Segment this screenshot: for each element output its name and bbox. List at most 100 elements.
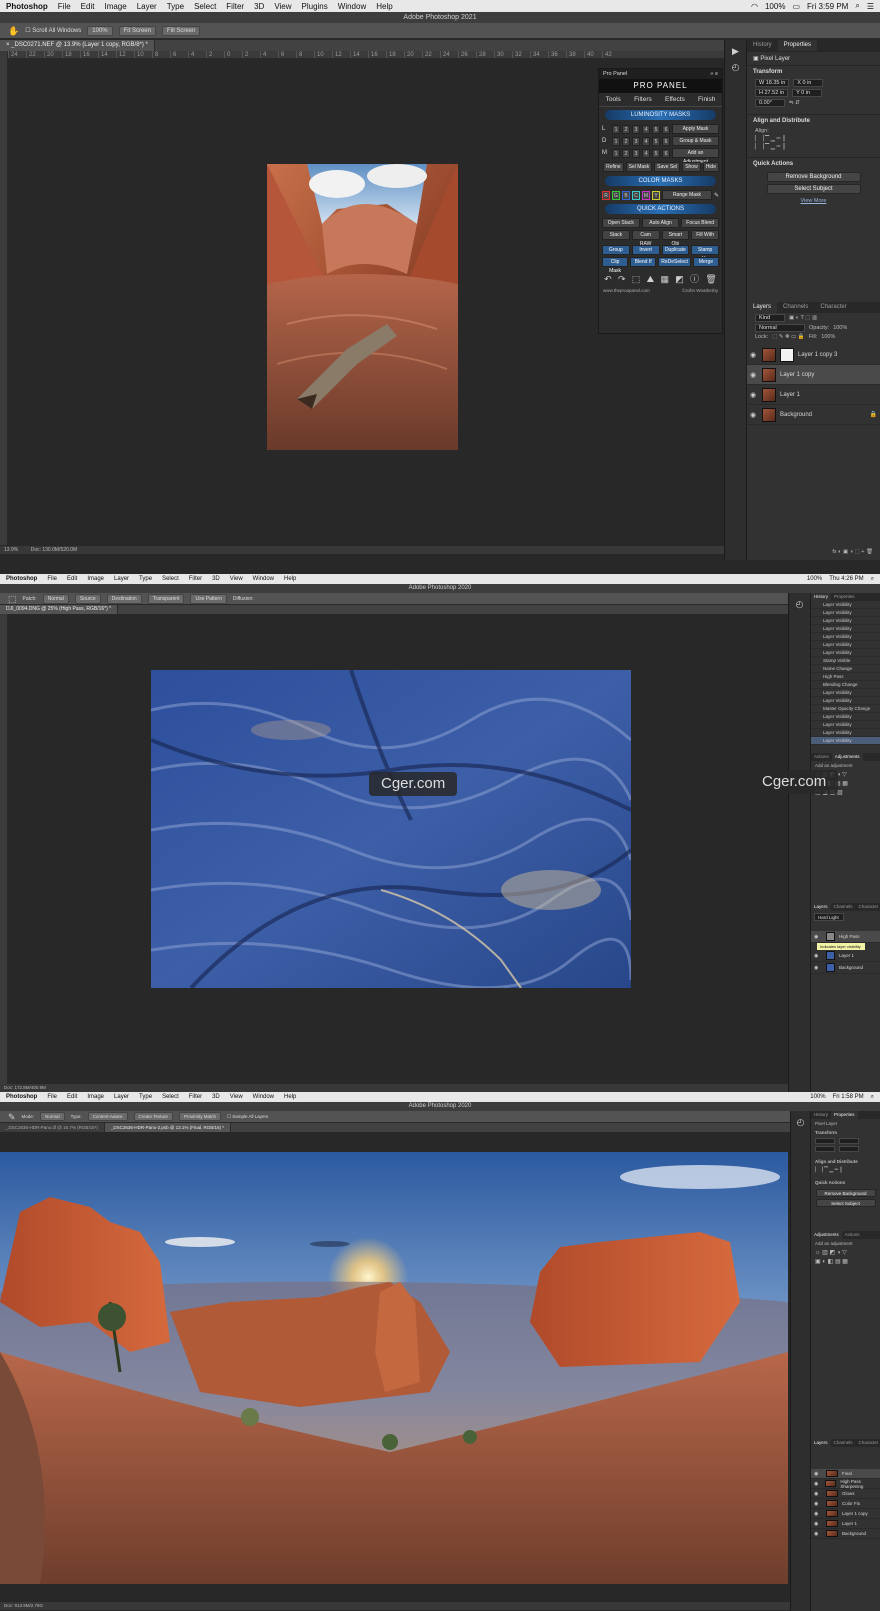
- clock[interactable]: Fri 3:59 PM: [807, 2, 848, 11]
- visibility-eye-icon[interactable]: ◉: [814, 934, 822, 940]
- menu-view[interactable]: View: [274, 2, 291, 11]
- transparent-button[interactable]: Transparent: [147, 593, 185, 604]
- doc-tab-active[interactable]: × _DSC0271.NEF @ 13.9% (Layer 1 copy, RG…: [0, 40, 155, 51]
- darks-5-button[interactable]: 5: [652, 136, 660, 146]
- blend-if-button[interactable]: Blend If: [630, 257, 657, 267]
- quick-actions-title[interactable]: Quick Actions: [753, 161, 793, 167]
- history-state[interactable]: Layer Visibility: [811, 649, 880, 657]
- view-more-link[interactable]: View More: [747, 196, 880, 206]
- range-mask-button[interactable]: Range Mask: [662, 190, 712, 200]
- create-texture-button[interactable]: Create Texture: [133, 1112, 173, 1121]
- footer-url[interactable]: www.theproapanel.com: [603, 288, 650, 293]
- content-aware-button[interactable]: Content-Aware: [87, 1112, 128, 1121]
- layer-row[interactable]: ◉ Layer 1 copy: [811, 1509, 880, 1519]
- lock-icons[interactable]: ⬚ ✎ ✥ ▭ 🔒: [772, 334, 805, 340]
- menu-edit[interactable]: Edit: [81, 2, 95, 11]
- layer-name[interactable]: Layer 1 copy: [780, 372, 814, 378]
- layer-name[interactable]: Layer 1 copy 3: [798, 352, 837, 358]
- spot-heal-icon[interactable]: ✎: [8, 1112, 16, 1122]
- layer-name[interactable]: Final: [842, 1471, 852, 1476]
- tab-character[interactable]: Character: [856, 1439, 880, 1447]
- history-icon[interactable]: ◴: [732, 62, 740, 72]
- menu-image[interactable]: Image: [87, 1094, 104, 1100]
- history-state[interactable]: Layer Visibility: [811, 625, 880, 633]
- menu-file[interactable]: File: [47, 576, 57, 582]
- history-state[interactable]: Layer Visibility: [811, 641, 880, 649]
- stamp-up-button[interactable]: Stamp Up: [691, 245, 719, 262]
- history-state[interactable]: Stamp Visible: [811, 657, 880, 665]
- height-field[interactable]: H 27.52 in: [755, 89, 789, 97]
- history-state[interactable]: Layer Visibility: [811, 617, 880, 625]
- menu-window[interactable]: Window: [253, 1094, 274, 1100]
- menu-file[interactable]: File: [47, 1094, 57, 1100]
- layer-name[interactable]: Background: [839, 965, 863, 970]
- tab-layers[interactable]: Layers: [747, 302, 778, 313]
- history-state[interactable]: Layer Visibility: [811, 737, 880, 745]
- transform-title[interactable]: Transform: [811, 1128, 880, 1137]
- menu-view[interactable]: View: [230, 1094, 243, 1100]
- menu-layer[interactable]: Layer: [137, 2, 157, 11]
- width-field[interactable]: W 18.35 in: [755, 79, 790, 87]
- tab-finish[interactable]: Finish: [698, 93, 715, 106]
- align-icons[interactable]: ▏▕ ▔ ▁ ═ ║: [747, 135, 880, 143]
- visibility-eye-icon[interactable]: ◉: [814, 1521, 822, 1527]
- tab-channels[interactable]: Channels: [831, 1439, 856, 1447]
- mode-select[interactable]: Normal: [40, 1112, 65, 1121]
- visibility-eye-icon[interactable]: ◉: [814, 1471, 822, 1477]
- duplicate-button[interactable]: Duplicate: [661, 245, 690, 255]
- menu-select[interactable]: Select: [194, 2, 216, 11]
- tab-effects[interactable]: Effects: [665, 93, 685, 106]
- height-field[interactable]: [815, 1146, 835, 1152]
- layer-name[interactable]: Background: [842, 1531, 866, 1536]
- flip-icon[interactable]: ⇋ ⇵: [789, 100, 800, 106]
- menu-window[interactable]: Window: [253, 576, 274, 582]
- patch-tool-icon[interactable]: ⬚: [8, 594, 17, 604]
- smart-obj-button[interactable]: Smart Obj: [661, 230, 690, 247]
- tab-properties[interactable]: Properties: [831, 593, 858, 601]
- visibility-eye-icon[interactable]: ◉: [814, 1531, 822, 1537]
- adjustment-icons-2[interactable]: ▣ ◐ ◧ ▤ ▦: [811, 1257, 880, 1266]
- app-menu[interactable]: Photoshop: [6, 576, 37, 582]
- tab-actions[interactable]: Actions: [842, 1231, 863, 1239]
- layer-row[interactable]: ◉ High Pass Sharpening: [811, 1479, 880, 1489]
- magenta-mask-button[interactable]: M: [642, 190, 650, 200]
- app-menu[interactable]: Photoshop: [6, 1094, 37, 1100]
- doc-tab-active[interactable]: DJI_0094.DNG @ 25% (High Pass, RGB/16*) …: [0, 605, 119, 614]
- history-state[interactable]: Name Change: [811, 665, 880, 673]
- remove-background-button[interactable]: Remove Background: [815, 1189, 876, 1197]
- darks-1-button[interactable]: 1: [612, 136, 620, 146]
- history-icon[interactable]: ◴: [797, 1117, 805, 1127]
- visibility-eye-icon[interactable]: ◉: [750, 371, 758, 379]
- group-mask-button[interactable]: Group & Mask: [672, 136, 719, 146]
- sample-all-checkbox[interactable]: ☐ Sample All Layers: [227, 1114, 268, 1120]
- open-stack-button[interactable]: Open Stack: [602, 218, 640, 228]
- align-icons[interactable]: ▏▕ ▔ ▁ ═ ║: [811, 1166, 880, 1174]
- layer-row[interactable]: ◉ Layer 1: [811, 1519, 880, 1529]
- history-state[interactable]: Master Opacity Change: [811, 705, 880, 713]
- menu-3d[interactable]: 3D: [212, 576, 220, 582]
- menu-help[interactable]: Help: [284, 1094, 296, 1100]
- layer-mask-thumbnail[interactable]: [780, 347, 794, 362]
- menu-select[interactable]: Select: [162, 576, 179, 582]
- layer-name[interactable]: High Pass Sharpening: [840, 1479, 880, 1489]
- gradient-icon[interactable]: ◩: [675, 274, 684, 284]
- menu-help[interactable]: Help: [376, 2, 392, 11]
- search-icon[interactable]: ⌕: [855, 1, 859, 11]
- layer-row[interactable]: ◉ Background 🔒: [747, 405, 880, 425]
- group-button[interactable]: Group: [602, 245, 630, 255]
- y-field[interactable]: [839, 1146, 859, 1152]
- history-state[interactable]: Layer Visibility: [811, 633, 880, 641]
- visibility-eye-icon[interactable]: ◉: [814, 965, 822, 971]
- canvas-area[interactable]: Cger.com: [8, 622, 788, 1084]
- remove-background-button[interactable]: Remove Background: [766, 172, 861, 182]
- hand-tool-icon[interactable]: ✋: [8, 26, 19, 36]
- history-state[interactable]: Layer Visibility: [811, 721, 880, 729]
- doc-tab-pano[interactable]: _DSC2636-HDR-Pano.tif @ 16.7% (RGB/16*): [0, 1123, 105, 1132]
- search-icon[interactable]: ⌕: [871, 1094, 874, 1101]
- darks-4-button[interactable]: 4: [642, 136, 650, 146]
- lights-4-button[interactable]: 4: [642, 124, 650, 134]
- apply-mask-button[interactable]: Apply Mask: [672, 124, 719, 134]
- menu-3d[interactable]: 3D: [212, 1094, 220, 1100]
- menu-edit[interactable]: Edit: [67, 576, 77, 582]
- sel-mask-button[interactable]: Sel Mask: [625, 162, 653, 172]
